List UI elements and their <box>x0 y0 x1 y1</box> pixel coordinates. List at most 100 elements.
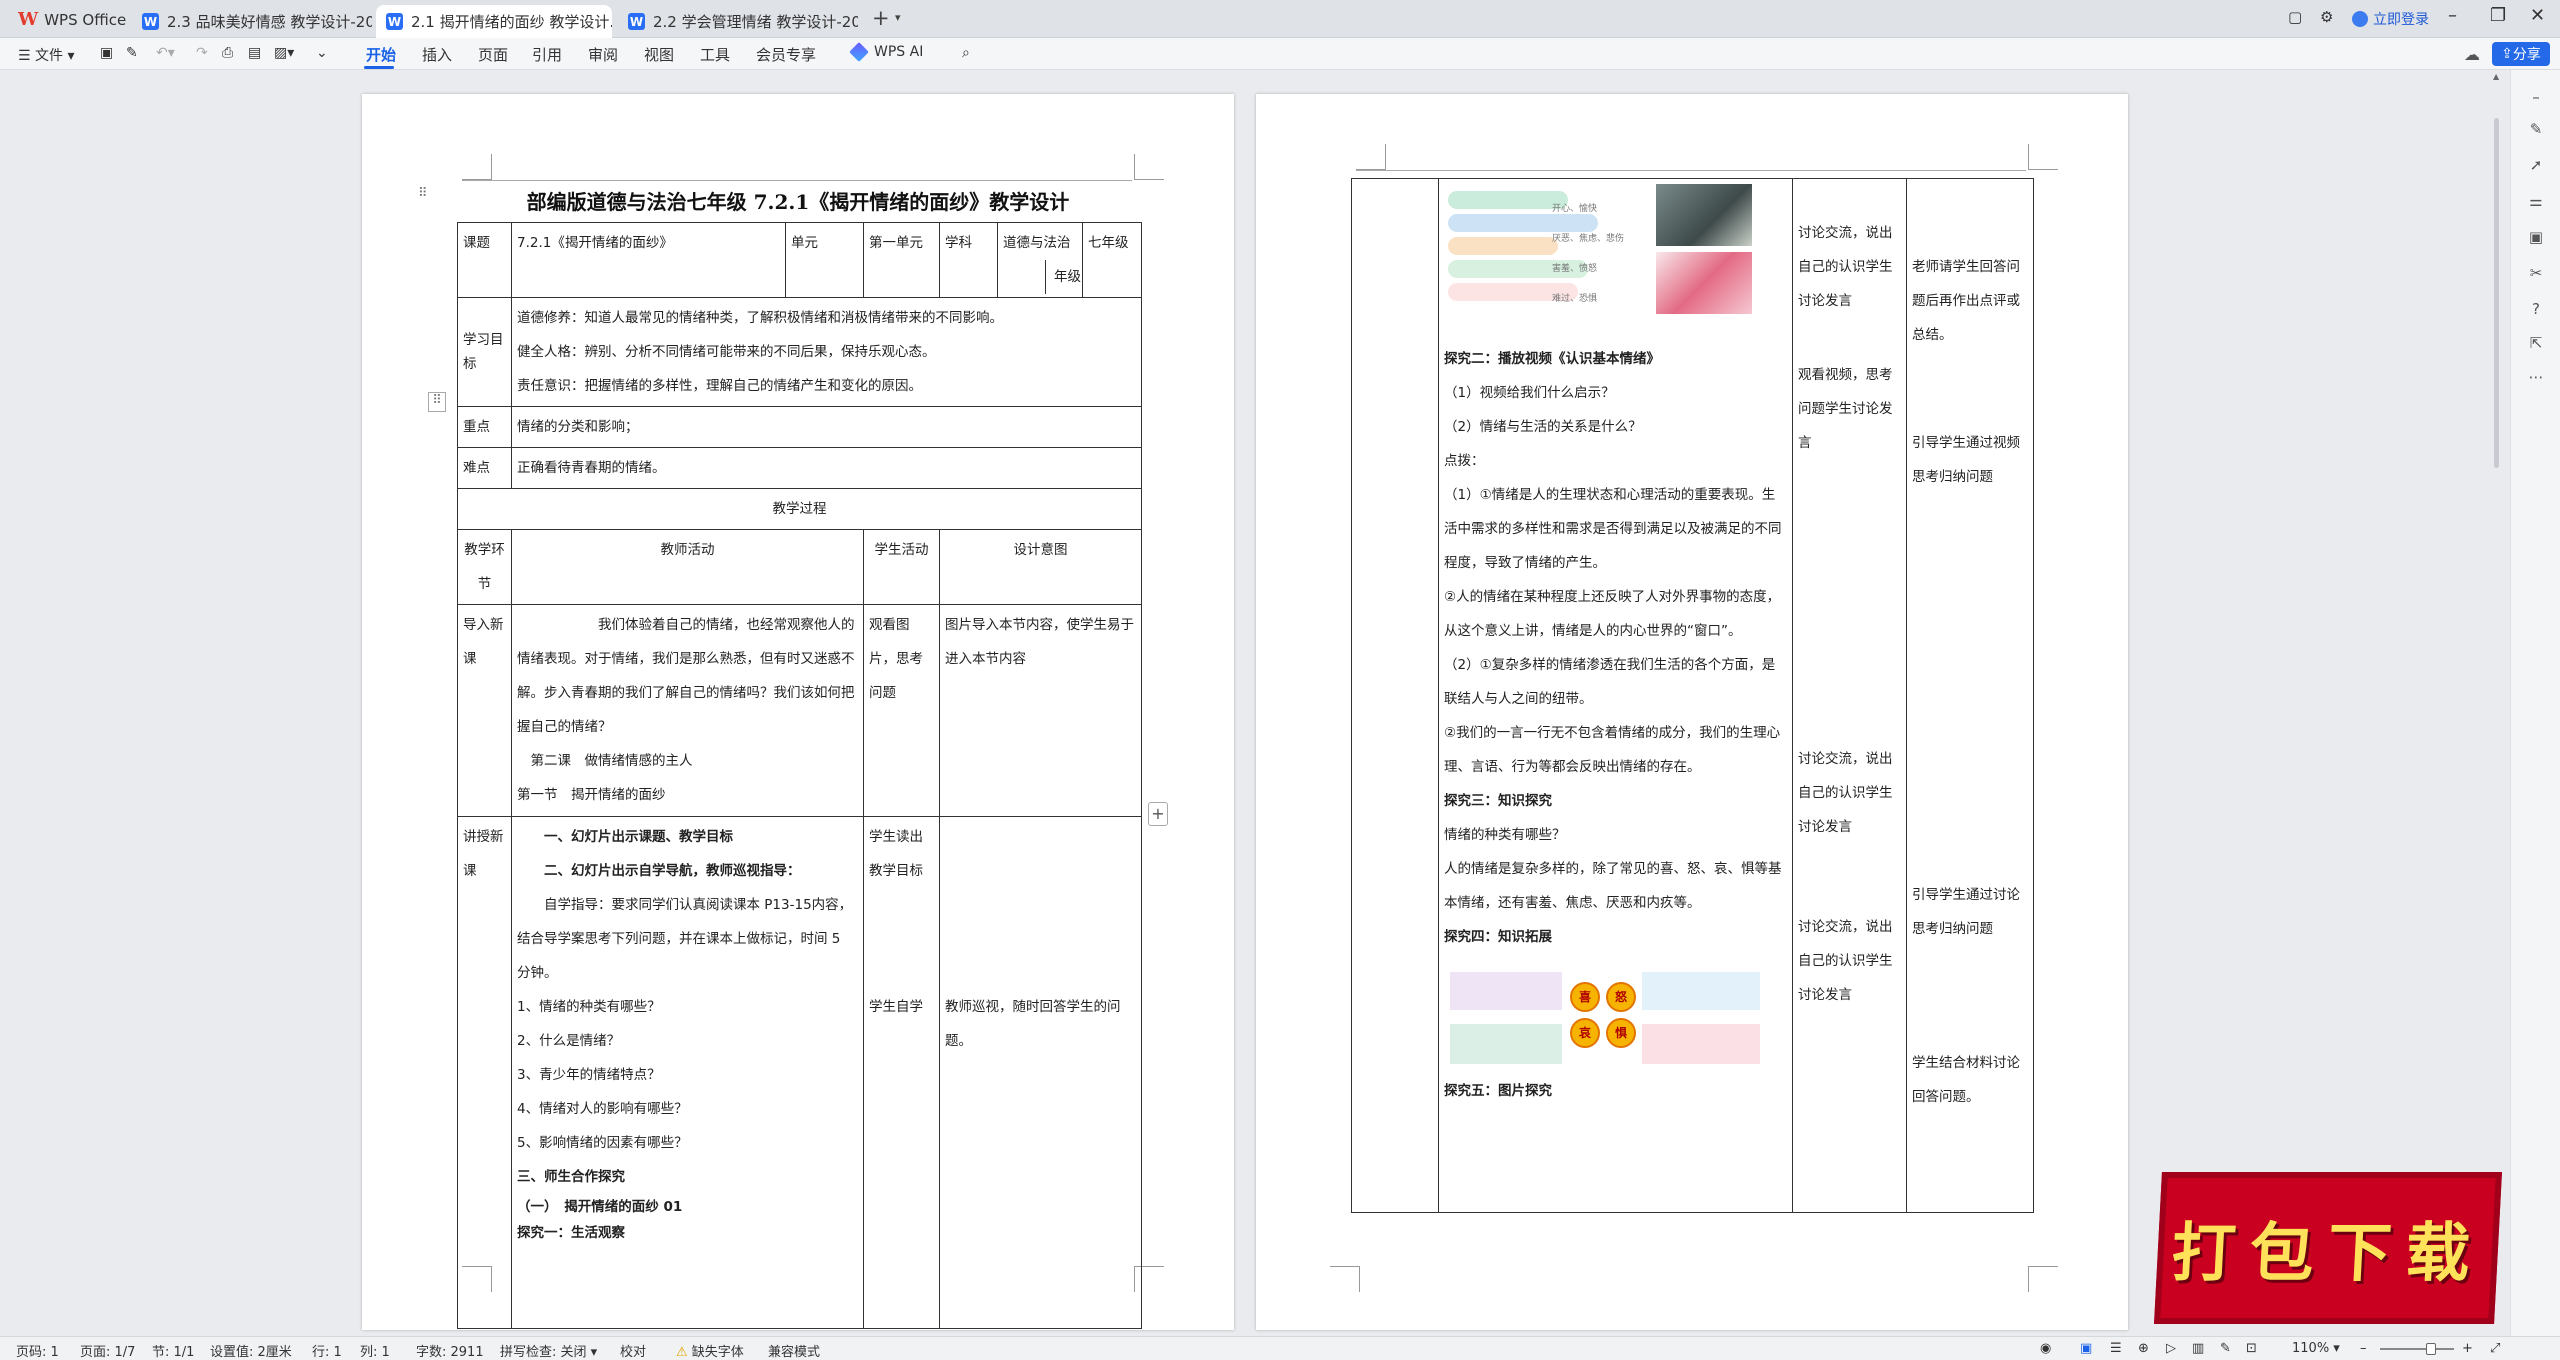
question-item: 1、情绪的种类有哪些？ <box>517 999 661 1015</box>
undo-icon[interactable]: ↶▾ <box>156 45 175 61</box>
web-view-icon[interactable]: ⊕ <box>2138 1341 2149 1356</box>
life-observation-image: 开心、愉快 厌恶、焦虑、悲伤 害羞、愤怒 难过、恐惧 <box>1444 182 1787 342</box>
menu-home[interactable]: 开始 <box>366 44 396 65</box>
zoom-slider[interactable] <box>2380 1348 2454 1350</box>
classroom-photo <box>1656 184 1752 246</box>
menu-reference[interactable]: 引用 <box>532 44 562 65</box>
header-line <box>462 180 1132 181</box>
info-label: 七年级 <box>1088 235 1129 251</box>
crop-mark <box>2028 1266 2058 1292</box>
pen-icon[interactable]: ✎ <box>2526 120 2546 140</box>
file-menu[interactable]: ☰ 文件 ▾ <box>18 45 75 65</box>
collapse-icon[interactable]: – <box>2526 88 2546 108</box>
menu-insert[interactable]: 插入 <box>422 44 452 65</box>
question-item: 5、影响情绪的因素有哪些？ <box>517 1135 688 1151</box>
print-preview-icon[interactable]: ▤ <box>248 45 261 61</box>
status-page[interactable]: 页码: 1 <box>16 1341 59 1360</box>
tab-dropdown-icon[interactable]: ▾ <box>895 11 901 24</box>
scroll-up-icon[interactable]: ▲ <box>2493 72 2499 81</box>
page-view-icon[interactable]: ▣ <box>2080 1341 2092 1356</box>
crop-mark <box>1356 144 1386 170</box>
restore-icon[interactable]: ❐ <box>2490 5 2506 26</box>
zoom-in-icon[interactable]: + <box>2462 1341 2473 1356</box>
fit-page-icon[interactable]: ⊡ <box>2246 1341 2257 1356</box>
search-icon[interactable]: ⌕ <box>962 45 970 61</box>
explore-3-title: 探究三：知识探究 <box>1444 793 1552 809</box>
download-banner[interactable]: 打包下载 <box>2154 1172 2502 1324</box>
word-box <box>1642 1024 1760 1064</box>
add-row-plus-icon[interactable]: + <box>1148 802 1168 826</box>
table-handle-icon[interactable]: ⠿ <box>428 392 446 412</box>
tab-doc-2-1[interactable]: W2.1 揭开情绪的面纱 教学设计...▭✕ <box>376 5 612 38</box>
grade-cell: 七年级 <box>1082 222 1143 298</box>
zoom-level[interactable]: 110% ▾ <box>2292 1341 2340 1356</box>
play-icon[interactable]: ▷ <box>2166 1341 2176 1356</box>
student-note: 讨论交流，说出自己的认识学生讨论发言 <box>1798 919 1893 1003</box>
menu-page[interactable]: 页面 <box>478 44 508 65</box>
share-box-icon[interactable]: ⇱ <box>2526 334 2546 354</box>
fullscreen-icon[interactable]: ⤢ <box>2490 1341 2500 1356</box>
print-icon[interactable]: ⎙ <box>222 45 233 61</box>
scrollbar-thumb[interactable] <box>2494 118 2499 468</box>
status-col[interactable]: 列: 1 <box>360 1341 390 1360</box>
header-line <box>1356 170 2026 171</box>
info-value: 道德与法治 年级 <box>997 222 1084 298</box>
status-pages[interactable]: 页面: 1/7 <box>80 1341 135 1360</box>
tools-icon[interactable]: ✂ <box>2526 264 2546 284</box>
read-mode-icon[interactable]: ▥ <box>2192 1341 2204 1356</box>
outline-view-icon[interactable]: ☰ <box>2110 1341 2122 1356</box>
status-proofread[interactable]: 校对 <box>620 1341 646 1360</box>
eye-protect-icon[interactable]: ◉ <box>2040 1341 2051 1356</box>
column-header: 学生活动 <box>863 529 941 605</box>
zoom-out-icon[interactable]: – <box>2360 1341 2367 1356</box>
menu-tools[interactable]: 工具 <box>700 44 730 65</box>
status-missing-font[interactable]: ⚠ 缺失字体 <box>676 1341 744 1360</box>
crop-mark <box>462 154 492 180</box>
difficulty-value: 正确看待青春期的情绪。 <box>510 447 1143 489</box>
word-box <box>1642 972 1760 1010</box>
format-painter-icon[interactable]: ✎ <box>126 45 138 61</box>
document-page-2: 开心、愉快 厌恶、焦虑、悲伤 害羞、愤怒 难过、恐惧 探究二：播放视频《认识基本… <box>1256 94 2128 1330</box>
wps-ai-button[interactable]: WPS AI <box>849 42 923 62</box>
new-tab-plus-icon[interactable]: + <box>872 6 890 30</box>
status-setting[interactable]: 设置值: 2厘米 <box>210 1341 292 1360</box>
more-dropdown-icon[interactable]: ⌄ <box>316 45 328 61</box>
zoom-slider-knob[interactable] <box>2426 1343 2436 1355</box>
status-row[interactable]: 行: 1 <box>312 1341 342 1360</box>
lesson-name: 第二课 做情绪情感的主人 <box>530 753 693 769</box>
student-note: 学生读出教学目标 <box>869 829 924 879</box>
explore-3-question: 情绪的种类有哪些？ <box>1444 827 1566 843</box>
menu-member[interactable]: 会员专享 <box>756 44 816 65</box>
redo-icon[interactable]: ↷ <box>196 45 208 61</box>
status-word-count[interactable]: 字数: 2911 <box>416 1341 484 1360</box>
image-icon[interactable]: ▨▾ <box>274 45 294 61</box>
emotion-pill-words: 开心、愉快 厌恶、焦虑、悲伤 害羞、愤怒 难过、恐惧 <box>1552 204 1625 304</box>
settings-gear-icon[interactable]: ⚙ <box>2320 8 2333 26</box>
adjust-icon[interactable]: ⚌ <box>2526 192 2546 212</box>
girl-photo <box>1656 252 1752 314</box>
student-activity-lecture: 学生读出教学目标 学生自学 <box>863 816 941 1329</box>
cloud-sync-icon[interactable]: ☁ <box>2464 45 2480 64</box>
menu-review[interactable]: 审阅 <box>588 44 618 65</box>
help-icon[interactable]: ? <box>2526 300 2546 320</box>
info-label: 年级 <box>1045 260 1081 294</box>
window-layout-icon[interactable]: ▢ <box>2288 8 2302 26</box>
review-icon[interactable]: ▣ <box>2526 228 2546 248</box>
tab-doc-2-2[interactable]: W2.2 学会管理情绪 教学设计-2024-20... <box>618 5 858 38</box>
select-cursor-icon[interactable]: ➚ <box>2526 156 2546 176</box>
vertical-scrollbar[interactable]: ▲ <box>2492 72 2502 1332</box>
tab-doc-2-3[interactable]: W2.3 品味美好情感 教学设计-2024-20... <box>132 5 372 38</box>
goals-label: 学习目标 <box>457 297 512 407</box>
minimize-icon[interactable]: – <box>2448 5 2457 26</box>
share-button[interactable]: ⇪ 分享 <box>2492 42 2550 66</box>
wps-home-tab[interactable]: W WPS Office <box>18 9 126 30</box>
save-icon[interactable]: ▣ <box>100 45 113 61</box>
status-spell-check[interactable]: 拼写检查: 关闭 ▾ <box>500 1341 597 1360</box>
word-box <box>1450 1024 1562 1064</box>
status-section[interactable]: 节: 1/1 <box>152 1341 194 1360</box>
close-window-icon[interactable]: ✕ <box>2530 5 2545 26</box>
more-icon[interactable]: ⋯ <box>2526 368 2546 388</box>
edit-mode-icon[interactable]: ✎ <box>2220 1341 2231 1356</box>
login-button[interactable]: 立即登录 <box>2352 9 2429 29</box>
menu-view[interactable]: 视图 <box>644 44 674 65</box>
